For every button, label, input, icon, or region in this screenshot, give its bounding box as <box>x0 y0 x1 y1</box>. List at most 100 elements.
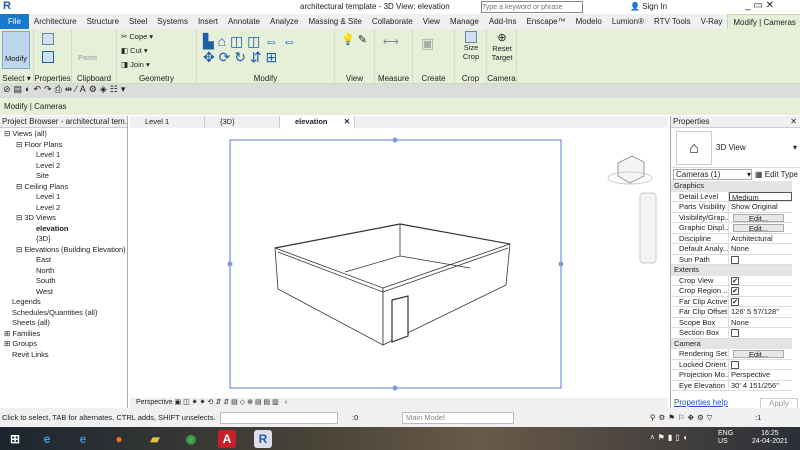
modify-tools-icons[interactable]: ▙ ⌂ ◫ ◫ ⇔ ⇔ <box>203 33 296 50</box>
tree-item[interactable]: elevation <box>0 224 127 235</box>
tree-item[interactable]: Schedules/Quantities (all) <box>0 308 127 319</box>
property-value[interactable] <box>729 328 792 338</box>
model-view[interactable] <box>130 128 667 398</box>
measure-icon[interactable]: ⟷ <box>383 35 399 48</box>
tree-item[interactable]: ⊟ Elevations (Building Elevation) <box>0 245 127 256</box>
crop-handle[interactable] <box>392 385 398 391</box>
firefox-icon[interactable]: ● <box>110 430 128 448</box>
property-value[interactable]: 126' 5 57/128" <box>729 307 792 317</box>
tree-item[interactable]: Legends <box>0 297 127 308</box>
revit-logo[interactable]: R <box>3 0 11 12</box>
tab-structure[interactable]: Structure <box>82 14 124 29</box>
type-properties-icon[interactable] <box>42 33 54 45</box>
property-section[interactable]: Extents <box>671 265 792 276</box>
tree-item[interactable]: Level 2 <box>0 161 127 172</box>
tree-item[interactable]: ⊟ 3D Views <box>0 213 127 224</box>
tab-systems[interactable]: Systems <box>152 14 193 29</box>
property-value[interactable]: None <box>729 244 792 254</box>
checkbox[interactable]: ✔ <box>731 297 739 306</box>
tree-item[interactable]: East <box>0 255 127 266</box>
crop-handle[interactable] <box>392 137 398 143</box>
property-value[interactable]: None <box>729 318 792 328</box>
tab-analyze[interactable]: Analyze <box>265 14 303 29</box>
tree-item[interactable]: Sheets (all) <box>0 318 127 329</box>
reset-target-button[interactable]: ⊕ Reset Target <box>489 31 515 62</box>
tab-modify-cameras[interactable]: Modify | Cameras <box>727 14 800 29</box>
property-value[interactable]: Show Original <box>729 202 792 212</box>
property-value[interactable]: Perspective <box>729 370 792 380</box>
checkbox[interactable] <box>731 255 739 264</box>
3d-view-canvas[interactable] <box>130 128 667 398</box>
clock[interactable]: 16:25 24-04-2021 <box>752 430 788 446</box>
property-value[interactable]: 30' 4 151/256" <box>729 381 792 391</box>
cope-button[interactable]: ✂ Cope ▾ <box>121 32 153 41</box>
modify-button[interactable]: Modify <box>2 31 30 69</box>
sign-in-link[interactable]: 👤 Sign In <box>630 2 667 11</box>
view-icons[interactable]: 💡 ✎ <box>341 33 367 46</box>
crop-handle[interactable] <box>227 261 233 267</box>
instance-filter[interactable]: Cameras (1) ▾ <box>673 169 752 180</box>
tab-modelo[interactable]: Modelo <box>571 14 607 29</box>
tab-rtv-tools[interactable]: RTV Tools <box>649 14 696 29</box>
property-value[interactable] <box>729 360 792 370</box>
create-icon[interactable]: ▣ <box>421 35 434 52</box>
building-model[interactable] <box>274 223 511 346</box>
tree-item[interactable]: North <box>0 266 127 277</box>
property-value[interactable]: ✔ <box>729 297 792 307</box>
type-selector[interactable]: ⌂ 3D View ▾ <box>671 128 800 168</box>
paste-button[interactable]: Paste <box>78 53 97 62</box>
design-option-dropdown[interactable]: Main Model <box>402 412 514 424</box>
close-icon[interactable]: ✕ <box>790 116 800 127</box>
property-value[interactable]: Medium <box>729 191 792 201</box>
tab-lumion-[interactable]: Lumion® <box>607 14 649 29</box>
tab-collaborate[interactable]: Collaborate <box>367 14 418 29</box>
tree-item[interactable]: Revit Links <box>0 350 127 361</box>
tree-item[interactable]: Level 1 <box>0 150 127 161</box>
view-mode-label[interactable]: Perspective <box>136 399 173 406</box>
tree-item[interactable]: ⊟ Floor Plans <box>0 140 127 151</box>
properties-button[interactable] <box>42 51 54 63</box>
view-tab[interactable]: Level 1 <box>130 116 205 128</box>
tab-enscape-[interactable]: Enscape™ <box>521 14 570 29</box>
tab-view[interactable]: View <box>418 14 445 29</box>
tab-insert[interactable]: Insert <box>193 14 223 29</box>
file-explorer-icon[interactable]: ▰ <box>146 430 164 448</box>
window-controls[interactable]: _ ▭ ✕ <box>745 0 774 11</box>
tree-item[interactable]: ⊞ Groups <box>0 339 127 350</box>
cut-button[interactable]: ◧ Cut ▾ <box>121 46 148 55</box>
property-value[interactable]: Edit... <box>729 349 792 359</box>
tab-add-ins[interactable]: Add-Ins <box>484 14 522 29</box>
chrome-icon[interactable]: ◉ <box>182 430 200 448</box>
language-indicator[interactable]: ENG US <box>718 430 733 446</box>
crop-handle[interactable] <box>558 261 564 267</box>
tree-item[interactable]: West <box>0 287 127 298</box>
tab-massing-site[interactable]: Massing & Site <box>303 14 366 29</box>
tab-manage[interactable]: Manage <box>445 14 484 29</box>
size-crop-button[interactable]: Size Crop <box>459 31 483 61</box>
checkbox[interactable] <box>731 360 739 369</box>
join-button[interactable]: ◨ Join ▾ <box>121 60 150 69</box>
selection-icons[interactable]: ⚲⚙⚑⚐✥⚙▽ <box>650 408 715 427</box>
checkbox[interactable]: ✔ <box>731 276 739 285</box>
checkbox[interactable]: ✔ <box>731 287 739 296</box>
property-value[interactable]: ✔ <box>729 286 792 296</box>
property-value[interactable]: Edit... <box>729 213 792 222</box>
property-value[interactable]: Edit... <box>729 223 792 233</box>
ie-icon[interactable]: e <box>74 430 92 448</box>
workset-dropdown[interactable] <box>220 412 338 424</box>
edit-type-button[interactable]: ▦ Edit Type <box>755 170 798 179</box>
edit-button[interactable]: Edit... <box>733 224 784 233</box>
autocad-icon[interactable]: A <box>218 430 236 448</box>
view-control-icons[interactable]: ▣◫✷✷⟲⇵⇵▤◇⊕▤▤▥ ‹ <box>175 399 290 406</box>
tree-item[interactable]: ⊟ Ceiling Plans <box>0 182 127 193</box>
select-dropdown[interactable]: Select ▾ <box>0 74 33 83</box>
view-tab[interactable]: elevation ✕ <box>280 116 355 128</box>
property-value[interactable]: Architectural <box>729 234 792 244</box>
tab-steel[interactable]: Steel <box>124 14 152 29</box>
quick-access-toolbar[interactable]: ⊘▤◐↶↷⎙⇹⁄A⚙◈☷▾ <box>0 84 800 98</box>
tree-item[interactable]: Site <box>0 171 127 182</box>
revit-taskbar-icon[interactable]: R <box>254 430 272 448</box>
edge-icon[interactable]: e <box>38 430 56 448</box>
tree-item[interactable]: South <box>0 276 127 287</box>
property-value[interactable] <box>729 255 792 265</box>
